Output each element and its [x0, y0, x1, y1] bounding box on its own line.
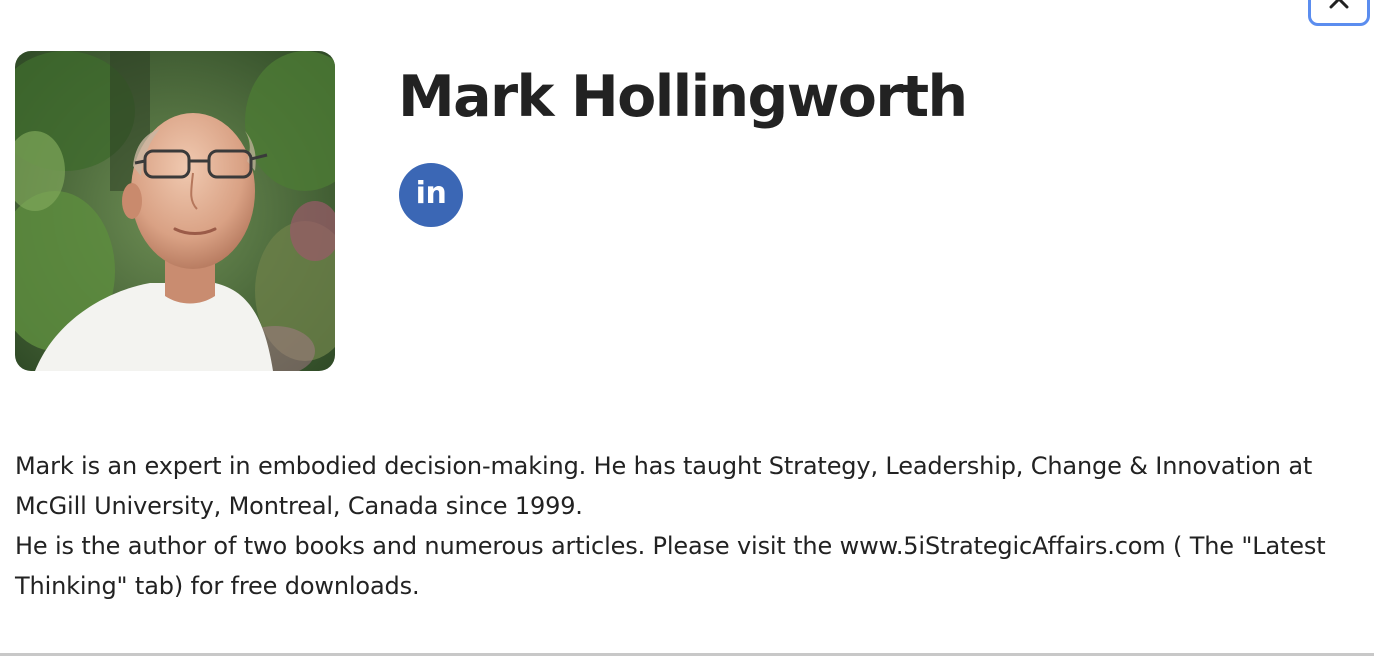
bio-paragraph: He is the author of two books and numero…: [15, 532, 1326, 600]
close-button[interactable]: [1308, 0, 1370, 26]
speaker-name: Mark Hollingworth: [398, 64, 968, 130]
bio-paragraph: Mark is an expert in embodied decision-m…: [15, 452, 1313, 520]
speaker-photo: [15, 51, 335, 371]
speaker-bio: Mark is an expert in embodied decision-m…: [15, 446, 1360, 606]
close-icon: [1329, 0, 1349, 9]
linkedin-icon: in: [415, 176, 447, 211]
linkedin-button[interactable]: in: [399, 163, 463, 227]
speaker-modal: Mark Hollingworth in Mark is an expert i…: [0, 0, 1374, 656]
